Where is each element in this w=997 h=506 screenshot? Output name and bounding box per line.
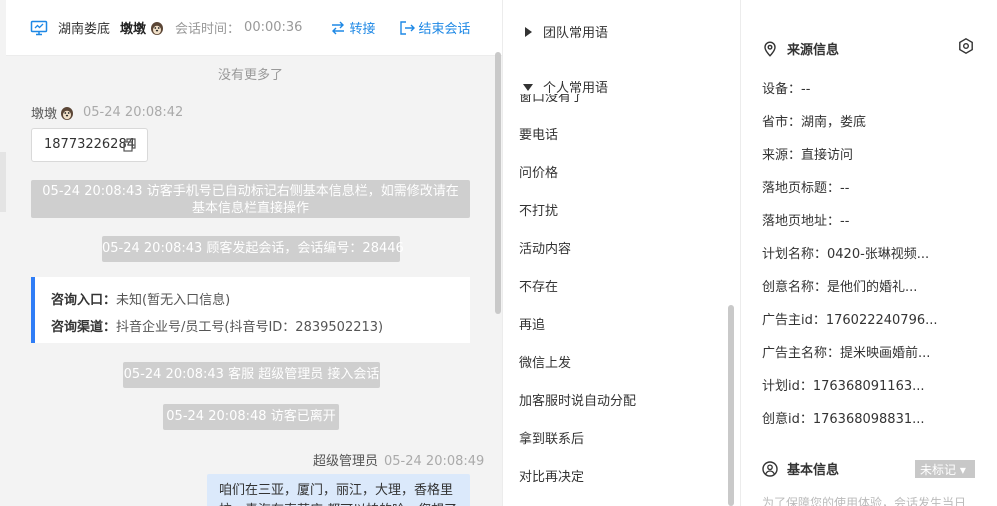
info-row-province: 省市：湖南，娄底 [762, 115, 867, 130]
phrase-item[interactable]: 活动内容 [519, 238, 571, 257]
caret-down-icon [523, 83, 533, 91]
dog-emoji-icon [151, 21, 164, 35]
caret-right-icon [525, 26, 532, 37]
session-time-label: 会话时间： [175, 22, 241, 37]
chat-header: 湖南娄底 墩墩 会话时间： 00:00:36 转接 结束会话 [6, 0, 502, 56]
caret-down-icon: ▾ [956, 463, 966, 477]
phrase-item[interactable]: 加客服时说自动分配 [519, 390, 636, 409]
end-session-button[interactable]: 结束会话 [399, 18, 470, 37]
left-edge-tab [0, 152, 6, 212]
phrase-item[interactable]: 不打扰 [519, 200, 558, 219]
visitor-sender-name: 墩墩 [31, 107, 58, 122]
info-row-creative-id: 创意id：176368098831... [762, 412, 925, 427]
phrase-item[interactable]: 不存在 [519, 276, 558, 295]
phrase-item[interactable]: 要电话 [519, 124, 558, 143]
agent-message-bubble: 咱们在三亚，厦门，丽江，大理，香格里拉，青海有直营店 都可以拍的哈，您想了解哪里… [207, 474, 470, 506]
transfer-icon [332, 21, 345, 34]
visitor-phone-bubble: 18773226284 [31, 128, 148, 162]
team-phrases-group[interactable]: 团队常用语 [523, 22, 608, 41]
info-row-plan-id: 计划id：176368091163... [762, 379, 925, 394]
system-message: 05-24 20:08:43 客服 超级管理员 接入会话 [123, 362, 380, 388]
team-phrases-label: 团队常用语 [543, 26, 609, 41]
visitor-location: 湖南娄底 [58, 22, 111, 37]
system-message: 05-24 20:08:43 顾客发起会话，会话编号：28446 [102, 236, 404, 262]
info-row-advertiser-name: 广告主名称：提米映画婚前... [762, 346, 931, 361]
tag-select-value: 未标记 [920, 463, 957, 477]
info-note: 为了保障您的使用体验，会话发生当日 [762, 496, 967, 506]
quick-phrases-panel: 团队常用语 个人常用语 窗口没有了 要电话 问价格 不打扰 活动内容 不存在 再… [502, 0, 741, 506]
no-more-text: 没有更多了 [218, 68, 284, 83]
consult-channel-value: 抖音企业号/员工号(抖音号ID：2839502213) [116, 320, 384, 335]
phrase-item[interactable]: 再追 [519, 314, 545, 333]
system-message: 05-24 20:08:43 访客手机号已自动标记右侧基本信息栏，如需修改请在基… [31, 180, 470, 218]
consult-entry-value: 未知(暂无入口信息) [116, 293, 231, 308]
visitor-name: 墩墩 [120, 22, 147, 37]
source-info-title: 来源信息 [762, 39, 839, 58]
phrase-item[interactable]: 问价格 [519, 162, 558, 181]
session-time: 00:00:36 [244, 20, 303, 35]
chat-panel: 湖南娄底 墩墩 会话时间： 00:00:36 转接 结束会话 没有更多了 墩墩 [0, 0, 502, 506]
tag-select-dropdown[interactable]: 未标记 ▾ [915, 460, 975, 478]
agent-message-header: 超级管理员 05-24 20:08:49 [313, 450, 484, 469]
info-row-landing-url: 落地页地址：-- [762, 214, 850, 229]
agent-name: 超级管理员 [313, 454, 379, 469]
copy-icon[interactable] [123, 138, 137, 152]
end-session-label: 结束会话 [418, 22, 471, 37]
chat-scrollbar[interactable] [495, 52, 501, 314]
info-row-landing-title: 落地页标题：-- [762, 181, 850, 196]
consult-channel-label: 咨询渠道： [51, 320, 117, 335]
info-row-device: 设备：-- [762, 82, 811, 97]
consult-entry-row: 咨询入口：未知(暂无入口信息) [51, 287, 470, 314]
monitor-icon [30, 20, 48, 35]
consult-info-card: 咨询入口：未知(暂无入口信息) 咨询渠道：抖音企业号/员工号(抖音号ID：283… [31, 277, 470, 343]
visitor-phone: 18773226284 [44, 137, 135, 152]
visitor-message-header: 墩墩 05-24 20:08:42 [31, 103, 183, 122]
info-row-advertiser-id: 广告主id：176022240796... [762, 313, 938, 328]
basic-info-title: 基本信息 [762, 459, 839, 478]
consult-entry-label: 咨询入口： [51, 293, 117, 308]
settings-gear-icon[interactable] [958, 38, 974, 54]
phrase-item[interactable]: 微信上发 [519, 352, 571, 371]
user-icon [762, 460, 778, 477]
transfer-button[interactable]: 转接 [330, 18, 375, 37]
agent-message-time: 05-24 20:08:49 [384, 454, 485, 469]
system-message: 05-24 20:08:48 访客已离开 [163, 404, 339, 430]
phrase-item[interactable]: 拿到联系后 [519, 428, 584, 447]
info-row-plan-name: 计划名称：0420-张琳视频... [762, 247, 930, 262]
phrase-item-partial[interactable]: 窗口没有了 [519, 94, 619, 102]
dog-emoji-icon [61, 106, 74, 120]
consult-channel-row: 咨询渠道：抖音企业号/员工号(抖音号ID：2839502213) [51, 314, 470, 341]
exit-icon [400, 20, 416, 35]
phrase-item[interactable]: 对比再决定 [519, 466, 584, 485]
transfer-label: 转接 [349, 22, 376, 37]
info-row-creative-name: 创意名称：是他们的婚礼... [762, 280, 918, 295]
location-pin-icon [764, 40, 776, 57]
visitor-info-panel: 来源信息 设备：-- 省市：湖南，娄底 来源：直接访问 落地页标题：-- 落地页… [742, 0, 997, 506]
visitor-message-time: 05-24 20:08:42 [83, 105, 184, 120]
info-row-source: 来源：直接访问 [762, 148, 854, 163]
phrases-scrollbar[interactable] [728, 305, 734, 506]
